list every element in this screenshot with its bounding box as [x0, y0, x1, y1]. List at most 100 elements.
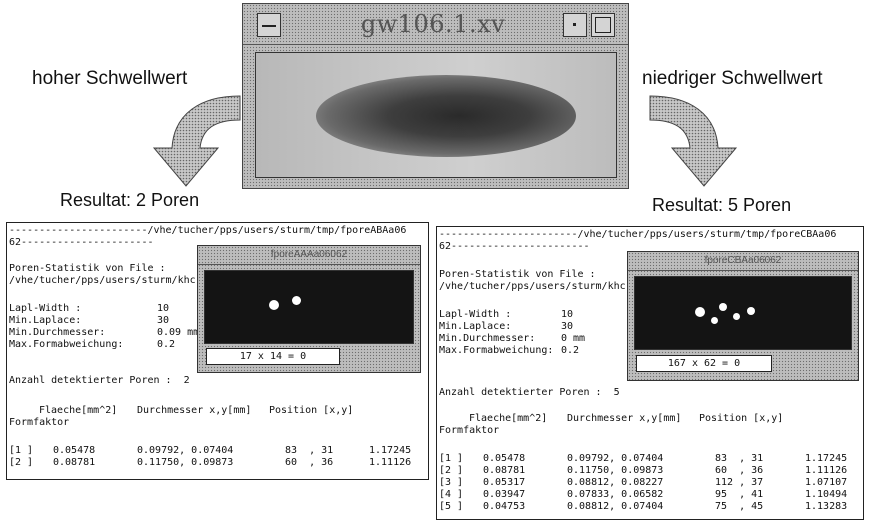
window-menu-button[interactable]: [257, 13, 281, 37]
dark-region: [316, 75, 576, 157]
row-durchmesser: 0.08812, 0.07404: [567, 501, 664, 512]
path-line-2: 62-----------------------: [439, 241, 590, 252]
left-result-panel: -----------------------/vhe/tucher/pps/u…: [6, 222, 429, 480]
minimize-button[interactable]: [563, 13, 587, 37]
param-value: 30: [561, 321, 574, 332]
path-line: -----------------------/vhe/tucher/pps/u…: [9, 225, 407, 236]
row-durchmesser: 0.07833, 0.06582: [567, 489, 664, 500]
row-index: [1 ]: [9, 445, 34, 456]
row-durchmesser: 0.11750, 0.09873: [567, 465, 664, 476]
col-header-durchmesser: Durchmesser x,y[mm]: [567, 413, 682, 424]
image-window[interactable]: gw106.1.xv: [242, 3, 629, 189]
param-value: 0.2: [561, 345, 580, 356]
sample-image: [255, 52, 617, 178]
table-row: [3 ] 0.05317 0.08812, 0.08227 112 , 37 1…: [439, 477, 859, 489]
pore-count: Anzahl detektierter Poren : 2: [9, 375, 190, 386]
row-index: [3 ]: [439, 477, 464, 488]
param-name: Max.Formabweichung:: [9, 339, 124, 350]
pore-dot: [719, 303, 727, 311]
row-index: [1 ]: [439, 453, 464, 464]
param-name: Min.Laplace:: [9, 315, 82, 326]
param-value: 0.2: [157, 339, 176, 350]
param-value: 10: [157, 303, 170, 314]
table-row: [2 ] 0.08781 0.11750, 0.09873 60 , 36 1.…: [439, 465, 859, 477]
col-header-flaeche: Flaeche[mm^2]: [39, 405, 118, 416]
param-name: Min.Laplace:: [439, 321, 512, 332]
param-value: 10: [561, 309, 574, 320]
path-line: -----------------------/vhe/tucher/pps/u…: [439, 229, 837, 240]
param-name: Min.Durchmesser:: [9, 327, 106, 338]
row-position: 95 , 41: [715, 489, 764, 500]
maximize-icon: [595, 17, 611, 33]
pixel-readout: 17 x 14 = 0: [206, 348, 340, 365]
row-position: 112 , 37: [715, 477, 764, 488]
pore-image: [204, 270, 414, 344]
stat-title: Poren-Statistik von File :: [439, 269, 596, 280]
row-formfaktor: 1.11126: [805, 465, 848, 476]
right-result-label: Resultat: 5 Poren: [652, 195, 792, 215]
row-flaeche: 0.04753: [483, 501, 526, 512]
subwindow-title[interactable]: fporeAAAa06062: [198, 246, 420, 265]
row-formfaktor: 1.13283: [805, 501, 848, 512]
pore-dot: [733, 313, 740, 320]
row-flaeche: 0.05478: [53, 445, 96, 456]
param-name: Max.Formabweichung:: [439, 345, 554, 356]
row-durchmesser: 0.11750, 0.09873: [137, 457, 234, 468]
pore-count: Anzahl detektierter Poren : 5: [439, 387, 620, 398]
param-name: Min.Durchmesser:: [439, 333, 536, 344]
row-durchmesser: 0.08812, 0.08227: [567, 477, 664, 488]
pore-image: [634, 276, 852, 350]
row-formfaktor: 1.07107: [805, 477, 848, 488]
table-row: [2 ] 0.08781 0.11750, 0.09873 60 , 36 1.…: [9, 457, 423, 469]
row-durchmesser: 0.09792, 0.07404: [137, 445, 234, 456]
param-name: Lapl-Width :: [9, 303, 82, 314]
pore-image-window[interactable]: fporeAAAa06062 17 x 14 = 0: [197, 245, 421, 373]
maximize-button[interactable]: [591, 13, 615, 37]
row-position: 83 , 31: [715, 453, 764, 464]
right-arrow-label: niedriger Schwellwert: [642, 68, 823, 89]
stat-title: Poren-Statistik von File :: [9, 263, 166, 274]
col-header-durchmesser: Durchmesser x,y[mm]: [137, 405, 252, 416]
row-position: 60 , 36: [715, 465, 764, 476]
row-index: [4 ]: [439, 489, 464, 500]
table-row: [1 ] 0.05478 0.09792, 0.07404 83 , 31 1.…: [9, 445, 423, 457]
left-arrow-label: hoher Schwellwert: [32, 68, 188, 89]
col-header-position: Position [x,y]: [269, 405, 354, 416]
pore-dot: [292, 296, 301, 305]
row-flaeche: 0.08781: [53, 457, 96, 468]
minus-icon: [262, 25, 276, 27]
table-row: [1 ] 0.05478 0.09792, 0.07404 83 , 31 1.…: [439, 453, 859, 465]
right-arrow-icon: [649, 95, 738, 187]
stat-path: /vhe/tucher/pps/users/sturm/khc: [439, 281, 626, 292]
stat-path: /vhe/tucher/pps/users/sturm/khc: [9, 275, 196, 286]
minimize-icon: [573, 23, 576, 26]
left-result-label: Resultat: 2 Poren: [60, 190, 200, 210]
row-formfaktor: 1.11126: [369, 457, 412, 468]
col-header-flaeche: Flaeche[mm^2]: [469, 413, 548, 424]
pixel-readout: 167 x 62 = 0: [636, 355, 772, 372]
pore-dot: [711, 317, 718, 324]
table-row: [5 ] 0.04753 0.08812, 0.07404 75 , 45 1.…: [439, 501, 859, 513]
pore-dot: [269, 300, 279, 310]
left-arrow-icon: [152, 95, 241, 187]
param-value: 30: [157, 315, 170, 326]
row-flaeche: 0.05317: [483, 477, 526, 488]
row-position: 60 , 36: [285, 457, 334, 468]
pore-image-window[interactable]: fporeCBAa06062 167 x 62 = 0: [627, 251, 859, 381]
subwindow-title[interactable]: fporeCBAa06062: [628, 252, 858, 271]
row-flaeche: 0.03947: [483, 489, 526, 500]
table-row: [4 ] 0.03947 0.07833, 0.06582 95 , 41 1.…: [439, 489, 859, 501]
col-header-formfaktor: Formfaktor: [9, 417, 70, 428]
param-name: Lapl-Width :: [439, 309, 512, 320]
row-flaeche: 0.08781: [483, 465, 526, 476]
window-titlebar[interactable]: gw106.1.xv: [243, 4, 628, 45]
row-index: [2 ]: [439, 465, 464, 476]
row-formfaktor: 1.17245: [369, 445, 412, 456]
pore-dot: [695, 307, 705, 317]
row-position: 75 , 45: [715, 501, 764, 512]
row-flaeche: 0.05478: [483, 453, 526, 464]
row-formfaktor: 1.17245: [805, 453, 848, 464]
param-value: 0 mm: [561, 333, 586, 344]
right-result-panel: -----------------------/vhe/tucher/pps/u…: [436, 226, 864, 520]
row-index: [5 ]: [439, 501, 464, 512]
